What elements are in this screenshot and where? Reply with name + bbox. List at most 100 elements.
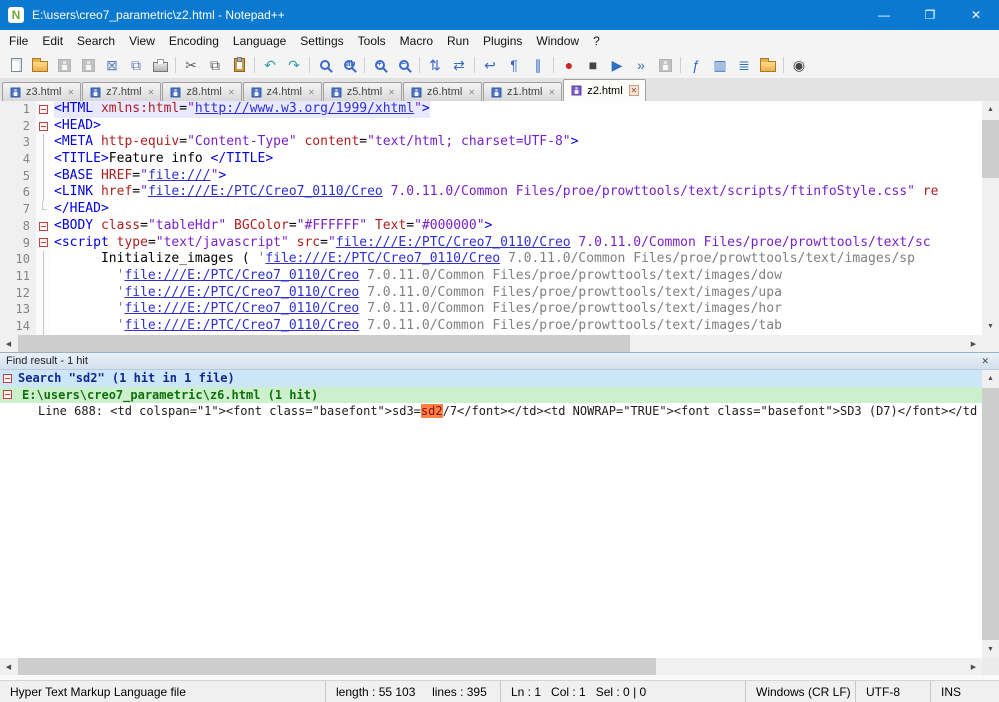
tab-close-icon[interactable]: ✕: [468, 88, 475, 97]
find-result-search-line[interactable]: Search "sd2" (1 hit in 1 file): [0, 370, 982, 387]
tab-close-icon[interactable]: ✕: [388, 88, 395, 97]
code-text[interactable]: <HTML xmlns:html="http://www.w3.org/1999…: [50, 101, 982, 118]
tab-z4.html[interactable]: z4.html ✕: [242, 82, 322, 101]
redo-icon[interactable]: ↷: [282, 54, 306, 76]
maximize-button[interactable]: ❐: [907, 0, 953, 30]
monitoring-icon[interactable]: ◉: [787, 54, 811, 76]
menu-encoding[interactable]: Encoding: [162, 31, 226, 51]
run-macro-multiple-icon[interactable]: »: [629, 54, 653, 76]
undo-icon[interactable]: ↶: [258, 54, 282, 76]
find-result-file-line[interactable]: E:\users\creo7_parametric\z6.html (1 hit…: [0, 386, 982, 403]
menu-window[interactable]: Window: [529, 31, 586, 51]
editor-vscroll-thumb[interactable]: [982, 120, 999, 178]
folder-as-workspace-icon[interactable]: [756, 54, 780, 76]
menu-plugins[interactable]: Plugins: [476, 31, 529, 51]
find-horizontal-scrollbar[interactable]: ◀ ▶: [0, 658, 999, 675]
fold-marker[interactable]: [38, 221, 48, 231]
fold-marker[interactable]: [38, 104, 48, 114]
menu-help[interactable]: ?: [586, 31, 607, 51]
open-file-icon[interactable]: [28, 54, 52, 76]
save-all-icon[interactable]: [76, 54, 100, 76]
find-result-header[interactable]: Find result - 1 hit ✕: [0, 352, 999, 370]
code-text[interactable]: Initialize_images ( 'file:///E:/PTC/Creo…: [50, 251, 982, 268]
code-text[interactable]: <META http-equiv="Content-Type" content=…: [50, 134, 982, 151]
status-insert-mode[interactable]: INS: [930, 681, 999, 702]
scroll-left-arrow-icon[interactable]: ◀: [0, 335, 17, 352]
editor-horizontal-scrollbar[interactable]: ◀ ▶: [0, 335, 982, 352]
tab-close-icon[interactable]: ✕: [628, 85, 640, 96]
close-button[interactable]: ✕: [953, 0, 999, 30]
paste-icon[interactable]: [227, 54, 251, 76]
scroll-right-arrow-icon[interactable]: ▶: [965, 335, 982, 352]
sync-vertical-icon[interactable]: ⇅: [423, 54, 447, 76]
code-text[interactable]: <HEAD>: [50, 118, 982, 135]
code-text[interactable]: 'file:///E:/PTC/Creo7_0110/Creo 7.0.11.0…: [50, 285, 982, 302]
fold-marker[interactable]: [38, 121, 48, 131]
record-macro-icon[interactable]: ●: [557, 54, 581, 76]
stop-recording-icon[interactable]: ■: [581, 54, 605, 76]
tab-close-icon[interactable]: ✕: [308, 88, 315, 97]
find-vscroll-thumb[interactable]: [982, 388, 999, 640]
new-file-icon[interactable]: [4, 54, 28, 76]
zoom-in-icon[interactable]: +: [368, 54, 392, 76]
code-text[interactable]: <TITLE>Feature info </TITLE>: [50, 151, 982, 168]
close-file-icon[interactable]: ⊠: [100, 54, 124, 76]
menu-view[interactable]: View: [122, 31, 162, 51]
menu-search[interactable]: Search: [70, 31, 122, 51]
tab-z1.html[interactable]: z1.html ✕: [483, 82, 563, 101]
fold-marker[interactable]: [3, 373, 12, 383]
fold-marker[interactable]: [38, 238, 48, 248]
code-text[interactable]: 'file:///E:/PTC/Creo7_0110/Creo 7.0.11.0…: [50, 268, 982, 285]
copy-icon[interactable]: ⧉: [203, 54, 227, 76]
cut-icon[interactable]: ✂: [179, 54, 203, 76]
editor-lines[interactable]: 1 <HTML xmlns:html="http://www.w3.org/199…: [0, 101, 982, 335]
tab-z3.html[interactable]: z3.html ✕: [2, 82, 82, 101]
code-text[interactable]: 'file:///E:/PTC/Creo7_0110/Creo 7.0.11.0…: [50, 318, 982, 335]
scroll-right-arrow-icon[interactable]: ▶: [965, 658, 982, 675]
playback-macro-icon[interactable]: ▶: [605, 54, 629, 76]
menu-macro[interactable]: Macro: [393, 31, 440, 51]
print-icon[interactable]: [148, 54, 172, 76]
fold-marker[interactable]: [3, 390, 12, 400]
code-text[interactable]: <script type="text/javascript" src="file…: [50, 235, 982, 252]
find-vertical-scrollbar[interactable]: ▲ ▼: [982, 370, 999, 658]
tab-z6.html[interactable]: z6.html ✕: [402, 82, 483, 101]
word-wrap-icon[interactable]: ↩: [478, 54, 502, 76]
scroll-left-arrow-icon[interactable]: ◀: [0, 658, 17, 675]
scroll-up-arrow-icon[interactable]: ▲: [982, 370, 999, 387]
minimize-button[interactable]: —: [861, 0, 907, 30]
tab-z2.html[interactable]: z2.html ✕: [563, 79, 647, 101]
scroll-down-arrow-icon[interactable]: ▼: [982, 641, 999, 658]
find-hscroll-thumb[interactable]: [18, 658, 656, 675]
status-eol-format[interactable]: Windows (CR LF): [745, 681, 855, 702]
code-text[interactable]: 'file:///E:/PTC/Creo7_0110/Creo 7.0.11.0…: [50, 301, 982, 318]
zoom-out-icon[interactable]: −: [392, 54, 416, 76]
replace-icon[interactable]: ab: [337, 54, 361, 76]
menu-run[interactable]: Run: [440, 31, 476, 51]
code-text[interactable]: <BODY class="tableHdr" BGColor="#FFFFFF"…: [50, 218, 982, 235]
editor-vertical-scrollbar[interactable]: ▲ ▼: [982, 101, 999, 335]
editor-hscroll-thumb[interactable]: [18, 335, 630, 352]
tab-close-icon[interactable]: ✕: [228, 88, 235, 97]
save-macro-icon[interactable]: [653, 54, 677, 76]
tab-close-icon[interactable]: ✕: [148, 88, 155, 97]
show-all-characters-icon[interactable]: ¶: [502, 54, 526, 76]
menu-settings[interactable]: Settings: [293, 31, 350, 51]
scroll-down-arrow-icon[interactable]: ▼: [982, 318, 999, 335]
save-icon[interactable]: [52, 54, 76, 76]
tab-z5.html[interactable]: z5.html ✕: [322, 82, 402, 101]
sync-horizontal-icon[interactable]: ⇄: [447, 54, 471, 76]
tab-z7.html[interactable]: z7.html ✕: [82, 82, 162, 101]
code-text[interactable]: <LINK href="file:///E:/PTC/Creo7_0110/Cr…: [50, 184, 982, 201]
status-encoding[interactable]: UTF-8: [855, 681, 930, 702]
find-result-close-icon[interactable]: ✕: [977, 356, 993, 367]
tab-close-icon[interactable]: ✕: [549, 88, 556, 97]
close-all-icon[interactable]: ⧉: [124, 54, 148, 76]
tab-close-icon[interactable]: ✕: [67, 88, 74, 97]
find-icon[interactable]: [313, 54, 337, 76]
code-text[interactable]: </HEAD>: [50, 201, 982, 218]
menu-language[interactable]: Language: [226, 31, 293, 51]
menu-edit[interactable]: Edit: [35, 31, 70, 51]
code-text[interactable]: <BASE HREF="file:///">: [50, 168, 982, 185]
scroll-up-arrow-icon[interactable]: ▲: [982, 101, 999, 118]
